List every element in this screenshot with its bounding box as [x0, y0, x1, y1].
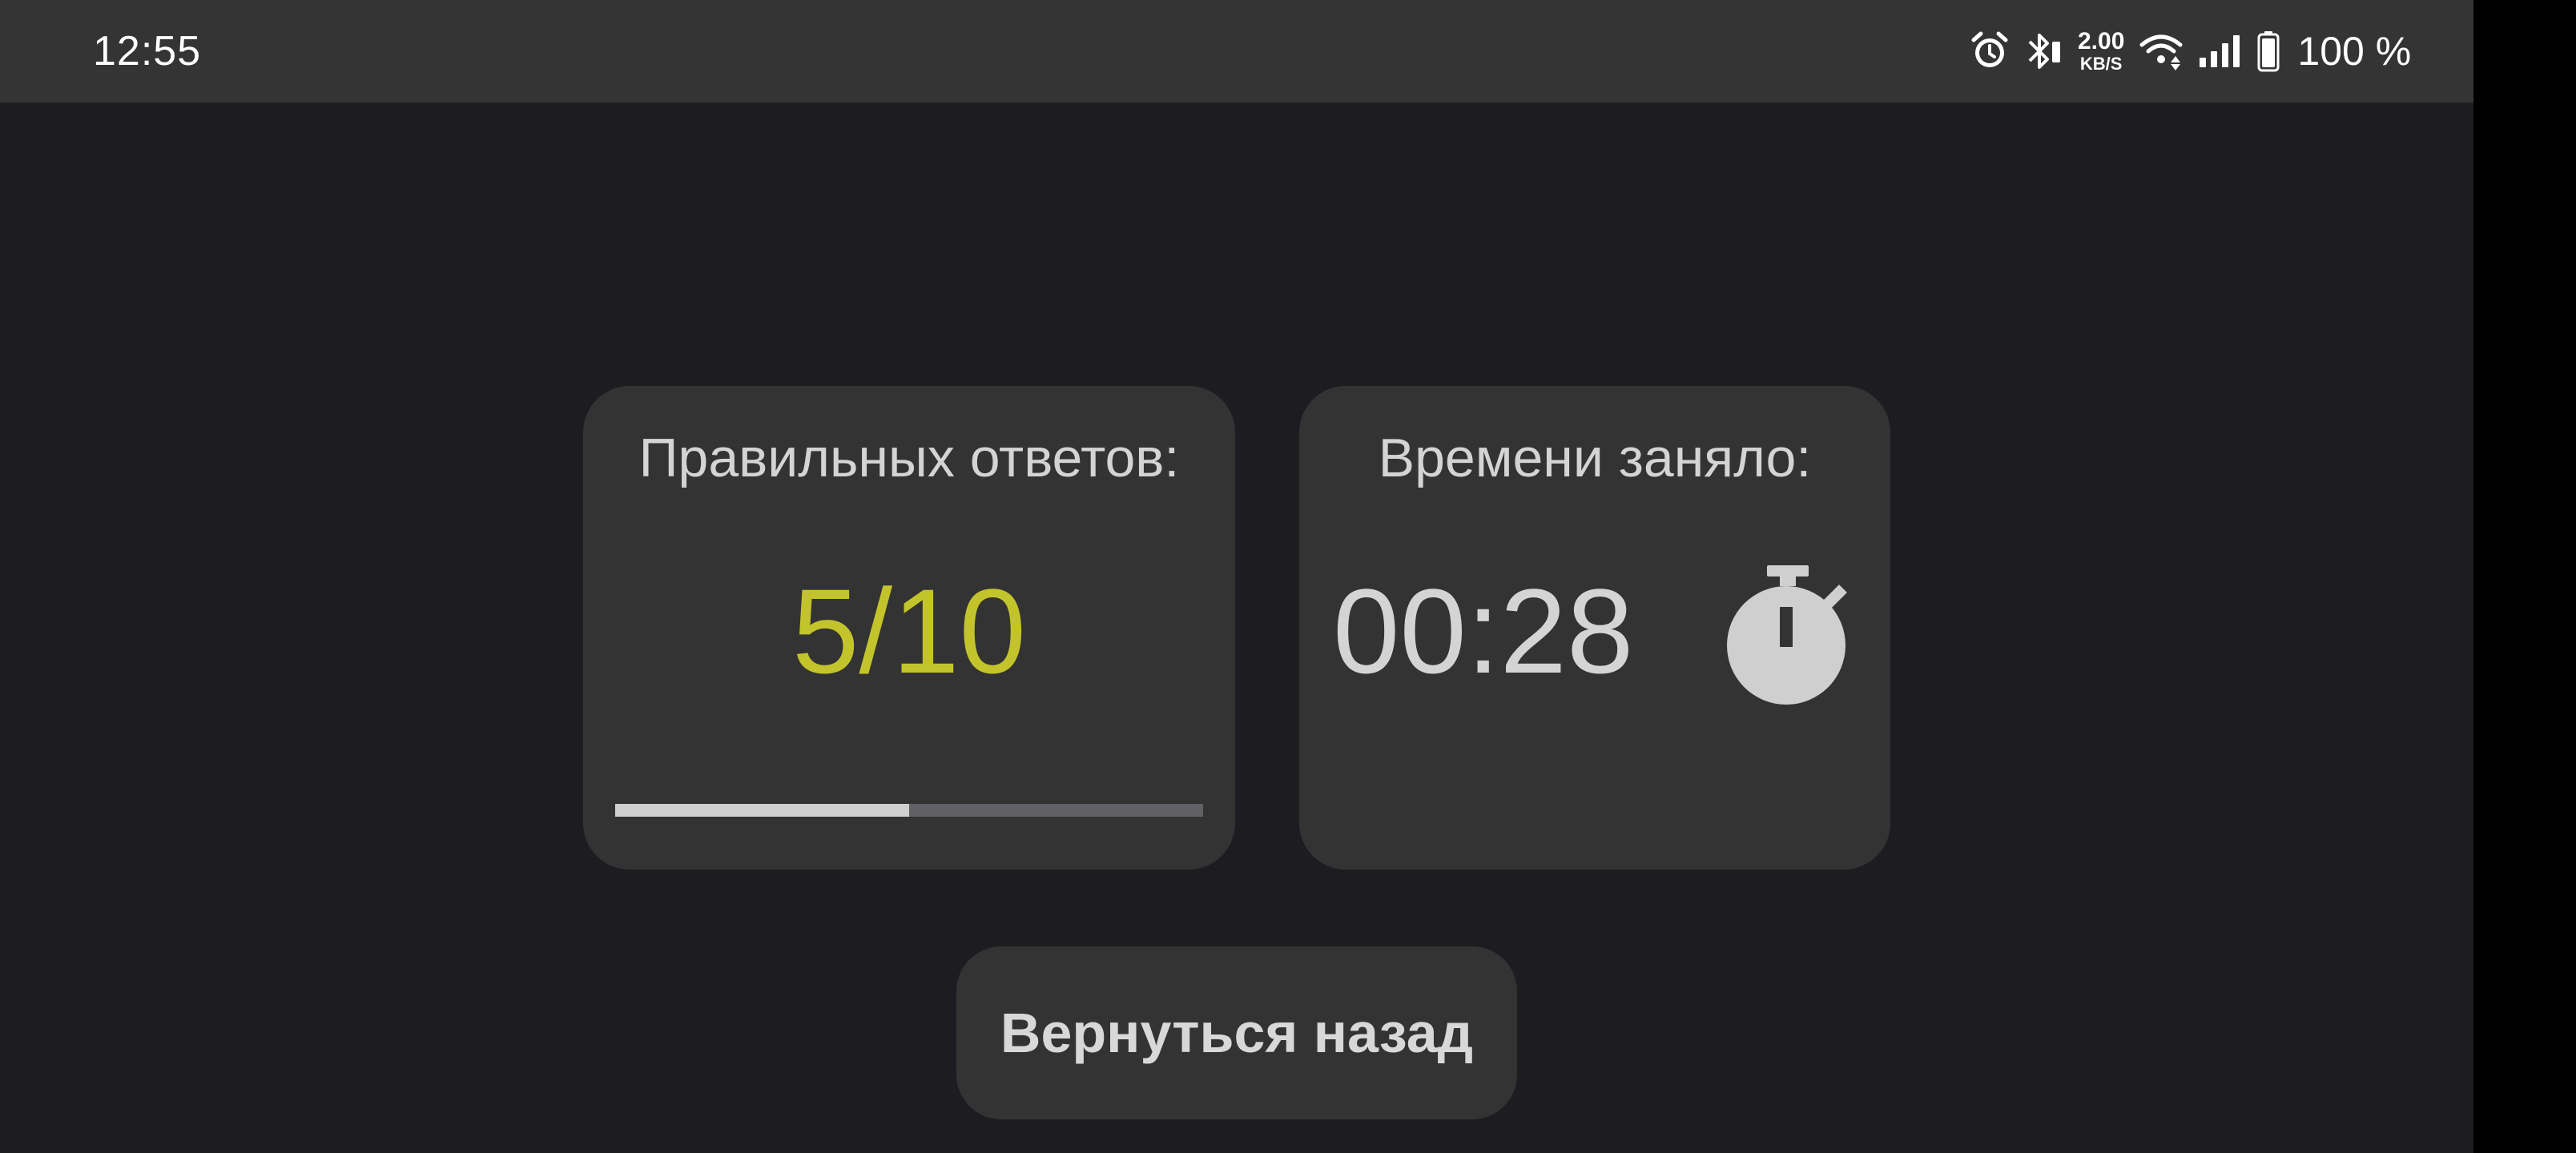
- net-speed-value: 2.00: [2078, 28, 2125, 54]
- bluetooth-icon: [2023, 30, 2063, 72]
- score-progress-fill: [615, 804, 909, 817]
- correct-answers-card: Правильных ответов: 5/10: [583, 386, 1235, 870]
- time-taken-title: Времени заняло:: [1378, 428, 1812, 488]
- screen-edge: [2473, 0, 2576, 1153]
- status-time: 12:55: [93, 28, 202, 74]
- status-bar: 12:55 2.00 KB/S 100 %: [0, 0, 2473, 102]
- score-progress-bar: [615, 804, 1203, 817]
- wifi-icon: [2139, 32, 2184, 70]
- battery-percent: 100 %: [2297, 29, 2412, 74]
- status-icons: 2.00 KB/S 100 %: [1970, 27, 2411, 75]
- net-speed-unit: KB/S: [2079, 54, 2123, 74]
- elapsed-time: 00:28: [1333, 564, 1634, 698]
- correct-answers-title: Правильных ответов:: [638, 428, 1180, 488]
- net-speed: 2.00 KB/S: [2078, 30, 2124, 73]
- app-screen: 12:55 2.00 KB/S 100 % Правильных ответов…: [0, 0, 2473, 1153]
- signal-icon: [2198, 34, 2243, 69]
- alarm-icon: [1970, 30, 2009, 72]
- back-button[interactable]: Вернуться назад: [956, 946, 1517, 1119]
- time-taken-card: Времени заняло: 00:28: [1299, 386, 1890, 870]
- score-value: 5/10: [792, 564, 1026, 698]
- stopwatch-icon: [1716, 562, 1852, 706]
- battery-icon: [2257, 30, 2280, 72]
